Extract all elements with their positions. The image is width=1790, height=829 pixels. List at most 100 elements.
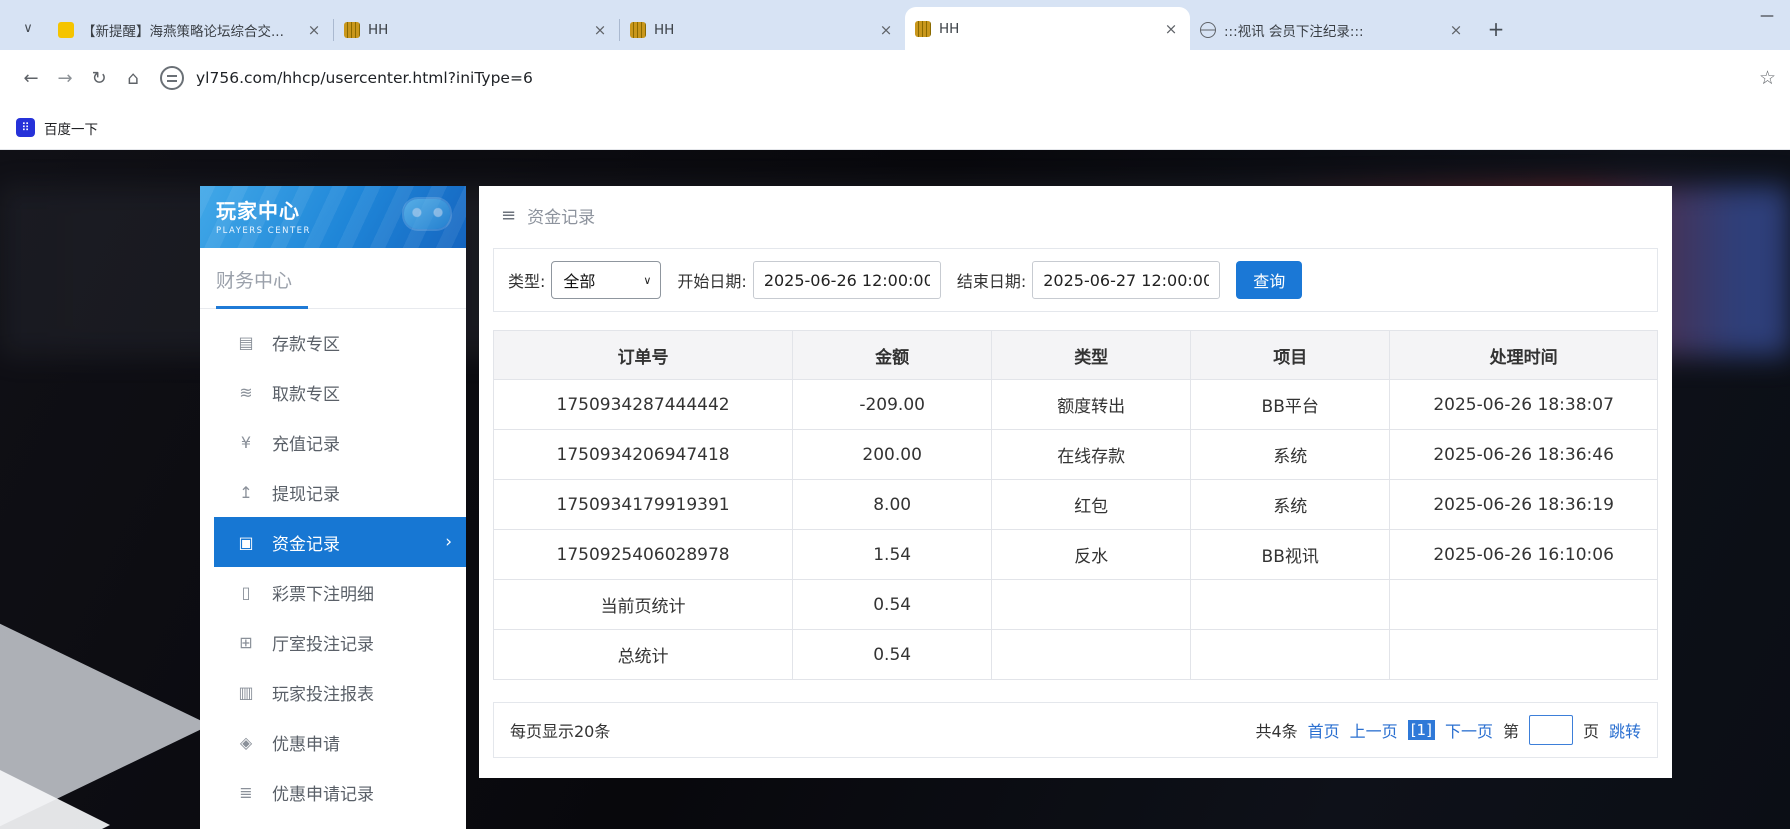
section-underline <box>216 306 308 309</box>
col-type: 类型 <box>992 331 1191 380</box>
fund-records-table: 订单号 金额 类型 项目 处理时间 1750934287444442 -209.… <box>493 330 1658 680</box>
table-row-total-stats: 总统计 0.54 <box>494 630 1658 680</box>
cell-time: 2025-06-26 18:36:19 <box>1390 480 1658 530</box>
table-row: 1750934287444442 -209.00 额度转出 BB平台 2025-… <box>494 380 1658 430</box>
bookmark-star-icon[interactable]: ☆ <box>1759 67 1776 89</box>
sidebar-header: 玩家中心 PLAYERS CENTER <box>200 186 466 248</box>
fund-records-panel: ≡ 资金记录 类型: 全部 ∨ 开始日期: 结束日期: 查询 订单号 金额 类型 <box>479 186 1672 778</box>
chart-icon: ▥ <box>236 683 256 702</box>
sidebar-item-promo-apply[interactable]: ◈ 优惠申请 <box>200 717 466 767</box>
sidebar-menu: ▤ 存款专区 ≋ 取款专区 ¥ 充值记录 ↥ 提现记录 ▣ 资金记录 › ▯ <box>200 309 466 817</box>
pagination-bar: 每页显示20条 共4条 首页 上一页 [1] 下一页 第 页 跳转 <box>493 702 1658 758</box>
sidebar-item-label: 优惠申请 <box>272 730 340 755</box>
end-date-input[interactable] <box>1032 261 1220 299</box>
new-tab-button[interactable]: + <box>1481 14 1511 44</box>
cell-project: 系统 <box>1191 430 1390 480</box>
close-icon[interactable]: × <box>877 21 895 39</box>
type-select[interactable]: 全部 ∨ <box>551 261 661 299</box>
cell-label: 当前页统计 <box>494 580 793 630</box>
col-time: 处理时间 <box>1390 331 1658 380</box>
cell-order-id: 1750934206947418 <box>494 430 793 480</box>
tab-title: HH <box>939 21 1154 37</box>
sidebar-item-deposit[interactable]: ▤ 存款专区 <box>200 317 466 367</box>
filter-bar: 类型: 全部 ∨ 开始日期: 结束日期: 查询 <box>493 248 1658 312</box>
query-button[interactable]: 查询 <box>1236 261 1302 299</box>
sidebar-item-lottery-bets[interactable]: ▯ 彩票下注明细 <box>200 567 466 617</box>
jump-link[interactable]: 跳转 <box>1609 718 1641 742</box>
cell-amount: 1.54 <box>793 530 992 580</box>
reload-button[interactable]: ↻ <box>82 61 116 95</box>
cell-empty <box>1191 580 1390 630</box>
window-minimize-button[interactable]: — <box>1760 8 1774 24</box>
sidebar-section-finance: 财务中心 <box>200 248 466 309</box>
bookmark-baidu[interactable]: 百度一下 <box>44 118 98 138</box>
globe-icon <box>1200 22 1216 38</box>
table-row: 1750934179919391 8.00 红包 系统 2025-06-26 1… <box>494 480 1658 530</box>
browser-tab-3[interactable]: HH × <box>620 10 905 50</box>
first-page-link[interactable]: 首页 <box>1308 718 1340 742</box>
sidebar-item-promo-records[interactable]: ≣ 优惠申请记录 <box>200 767 466 817</box>
browser-tab-5[interactable]: :::视讯 会员下注纪录::: × <box>1190 10 1475 50</box>
chevron-down-icon: ∨ <box>643 274 651 287</box>
cell-empty <box>1390 630 1658 680</box>
browser-tab-4-active[interactable]: HH × <box>905 7 1190 50</box>
url-text[interactable]: yl756.com/hhcp/usercenter.html?iniType=6 <box>196 69 533 87</box>
list-icon: ⊞ <box>236 633 256 652</box>
cell-empty <box>992 580 1191 630</box>
close-icon[interactable]: × <box>305 21 323 39</box>
browser-tab-1[interactable]: 【新提醒】海燕策略论坛综合交... × <box>48 10 333 50</box>
sidebar-item-label: 提现记录 <box>272 480 340 505</box>
total-count-text: 共4条 <box>1255 718 1297 742</box>
prev-page-link[interactable]: 上一页 <box>1350 718 1398 742</box>
sidebar-item-bet-report[interactable]: ▥ 玩家投注报表 <box>200 667 466 717</box>
home-button[interactable]: ⌂ <box>116 61 150 95</box>
start-date-input[interactable] <box>753 261 941 299</box>
tab-search-button[interactable]: ∨ <box>14 14 42 42</box>
background-triangle-small <box>0 750 110 829</box>
tab-title: HH <box>654 22 869 38</box>
jump-page-input[interactable] <box>1529 715 1573 745</box>
cell-project: BB平台 <box>1191 380 1390 430</box>
page-icon <box>58 22 74 38</box>
pager-controls: 共4条 首页 上一页 [1] 下一页 第 页 跳转 <box>1255 715 1641 745</box>
cash-icon: ≋ <box>236 383 256 402</box>
sidebar-item-label: 优惠申请记录 <box>272 780 374 805</box>
browser-tab-2[interactable]: HH × <box>334 10 619 50</box>
panel-header: ≡ 资金记录 <box>479 186 1672 244</box>
cell-order-id: 1750934179919391 <box>494 480 793 530</box>
current-page-indicator[interactable]: [1] <box>1408 720 1435 740</box>
cell-label: 总统计 <box>494 630 793 680</box>
end-date-label: 结束日期: <box>957 268 1026 292</box>
col-project: 项目 <box>1191 331 1390 380</box>
close-icon[interactable]: × <box>1447 21 1465 39</box>
table-row-page-stats: 当前页统计 0.54 <box>494 580 1658 630</box>
records-icon: ≣ <box>236 783 256 802</box>
sidebar-item-label: 厅室投注记录 <box>272 630 374 655</box>
col-amount: 金额 <box>793 331 992 380</box>
col-order-id: 订单号 <box>494 331 793 380</box>
type-label: 类型: <box>508 268 545 292</box>
cell-type: 额度转出 <box>992 380 1191 430</box>
sidebar-item-fund-records[interactable]: ▣ 资金记录 › <box>214 517 466 567</box>
back-button[interactable]: ← <box>14 61 48 95</box>
tab-title: 【新提醒】海燕策略论坛综合交... <box>82 20 297 40</box>
table-header-row: 订单号 金额 类型 项目 处理时间 <box>494 331 1658 380</box>
cell-type: 红包 <box>992 480 1191 530</box>
cell-empty <box>1191 630 1390 680</box>
gamepad-icon <box>404 199 450 229</box>
site-info-icon[interactable] <box>160 66 184 90</box>
close-icon[interactable]: × <box>591 21 609 39</box>
tab-title: HH <box>368 22 583 38</box>
cell-order-id: 1750925406028978 <box>494 530 793 580</box>
table-row: 1750925406028978 1.54 反水 BB视讯 2025-06-26… <box>494 530 1658 580</box>
cell-time: 2025-06-26 16:10:06 <box>1390 530 1658 580</box>
cell-time: 2025-06-26 18:38:07 <box>1390 380 1658 430</box>
forward-button[interactable]: → <box>48 61 82 95</box>
document-icon: ▯ <box>236 583 256 602</box>
sidebar-item-hall-bets[interactable]: ⊞ 厅室投注记录 <box>200 617 466 667</box>
next-page-link[interactable]: 下一页 <box>1445 718 1493 742</box>
sidebar-item-recharge-records[interactable]: ¥ 充值记录 <box>200 417 466 467</box>
close-icon[interactable]: × <box>1162 20 1180 38</box>
sidebar-item-withdraw[interactable]: ≋ 取款专区 <box>200 367 466 417</box>
sidebar-item-withdrawal-records[interactable]: ↥ 提现记录 <box>200 467 466 517</box>
